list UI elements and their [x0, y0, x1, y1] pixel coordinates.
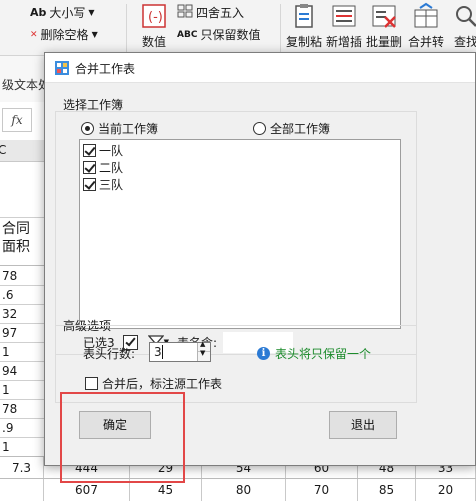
- table-cell: 7.3: [0, 457, 44, 479]
- table-cell[interactable]: .9: [0, 418, 44, 438]
- exit-button[interactable]: 退出: [329, 411, 397, 439]
- delete-space-label: 删除空格: [40, 28, 89, 42]
- header-rows-stepper[interactable]: 3 ▲ ▼: [149, 340, 211, 362]
- sheet-listbox[interactable]: 一队 二队 三队: [79, 139, 401, 329]
- merge-icon: [412, 2, 440, 30]
- checkbox-unchecked-icon: [85, 377, 98, 390]
- radio-all-workbooks[interactable]: 全部工作簿: [253, 120, 330, 137]
- header-line-2: 面积: [2, 239, 30, 255]
- header-hint-text: 表头将只保留一个: [275, 347, 372, 361]
- table-cell[interactable]: 1: [0, 437, 44, 457]
- batch-delete-button[interactable]: 批量删: [366, 2, 402, 50]
- numeric-button[interactable]: (-) 数值: [136, 2, 172, 50]
- fx-icon[interactable]: fx: [2, 108, 32, 132]
- blank-cell[interactable]: [0, 162, 44, 218]
- highlight-box: [60, 392, 185, 483]
- list-item[interactable]: 一队: [83, 142, 123, 159]
- round-icon: [177, 4, 193, 21]
- list-item[interactable]: 三队: [83, 176, 123, 193]
- checkbox-checked-icon[interactable]: [83, 144, 96, 157]
- dialog-titlebar[interactable]: 合并工作表: [45, 53, 475, 83]
- ribbon-divider: [280, 4, 281, 52]
- column-c-label: C: [0, 143, 7, 157]
- header-line-1: 合同: [2, 221, 30, 237]
- table-cell[interactable]: 78: [0, 399, 44, 419]
- text-cursor: [162, 345, 163, 359]
- table-cell: 85: [358, 479, 416, 501]
- list-item[interactable]: 二队: [83, 159, 123, 176]
- case-icon: Ab: [30, 6, 47, 19]
- dialog-title: 合并工作表: [75, 62, 136, 76]
- table-cell: 80: [202, 479, 286, 501]
- batch-delete-label: 批量删: [366, 35, 403, 49]
- change-case-label: 大小写: [49, 6, 86, 20]
- radio-unselected-icon: [253, 122, 266, 135]
- stepper-buttons: ▲ ▼: [197, 340, 210, 361]
- copy-paste-button[interactable]: 复制粘: [286, 2, 322, 50]
- find-icon: [452, 2, 476, 30]
- checkbox-checked-icon[interactable]: [83, 178, 96, 191]
- table-cell[interactable]: 94: [0, 361, 44, 381]
- merge-convert-label: 合并转: [408, 35, 445, 49]
- sheet-name: 一队: [99, 144, 124, 158]
- radio-all-label: 全部工作簿: [270, 122, 331, 136]
- ribbon-toolbar: Ab 大小写 ▼ ✕ 删除空格 ▼ (-) 数值 四舍五入 ABC 只保留数值 …: [0, 0, 476, 56]
- header-rows-value: 3: [154, 345, 162, 359]
- round-button[interactable]: 四舍五入: [177, 4, 244, 21]
- chevron-up-icon: ▲: [200, 340, 206, 348]
- app-icon: [55, 61, 69, 75]
- chevron-down-icon: ▼: [88, 8, 95, 17]
- table-cell[interactable]: 32: [0, 304, 44, 324]
- numeric-icon: (-): [140, 2, 168, 30]
- numeric-label: 数值: [141, 35, 166, 49]
- find-label: 查找: [453, 35, 476, 49]
- chevron-down-icon: ▼: [200, 349, 206, 357]
- table-cell: 20: [416, 479, 476, 501]
- table-cell[interactable]: 78: [0, 266, 44, 286]
- radio-selected-icon: [81, 122, 94, 135]
- checkbox-checked-icon[interactable]: [83, 161, 96, 174]
- mark-source-checkbox[interactable]: 合并后，标注源工作表: [85, 375, 222, 392]
- text-processing-group-label: 级文本处: [2, 78, 51, 92]
- table-cell[interactable]: 1: [0, 380, 44, 400]
- ribbon-divider: [126, 4, 127, 52]
- table-cell: [0, 479, 44, 501]
- keep-value-button[interactable]: ABC 只保留数值: [177, 26, 260, 43]
- find-button[interactable]: 查找: [448, 2, 476, 50]
- fx-label: fx: [11, 113, 23, 127]
- merge-convert-button[interactable]: 合并转: [408, 2, 444, 50]
- delete-space-icon: ✕: [30, 29, 38, 40]
- table-cell: 70: [286, 479, 358, 501]
- insert-rows-icon: [330, 2, 358, 30]
- info-icon: i: [257, 347, 270, 360]
- mark-source-label: 合并后，标注源工作表: [102, 377, 223, 391]
- new-insert-button[interactable]: 新增插: [326, 2, 362, 50]
- round-label: 四舍五入: [196, 6, 245, 20]
- header-cell[interactable]: 合同 面积: [0, 220, 44, 266]
- header-rows-label: 表头行数:: [83, 347, 136, 361]
- chevron-down-icon: ▼: [91, 30, 98, 39]
- abc-icon: ABC: [177, 29, 198, 40]
- column-header[interactable]: C: [0, 140, 44, 162]
- clipboard-icon: [290, 2, 318, 30]
- keep-value-label: 只保留数值: [200, 28, 261, 42]
- table-cell[interactable]: 1: [0, 342, 44, 362]
- copy-paste-label: 复制粘: [286, 35, 323, 49]
- sheet-name: 三队: [99, 178, 124, 192]
- table-cell[interactable]: 97: [0, 323, 44, 343]
- delete-space-button[interactable]: ✕ 删除空格 ▼: [30, 26, 98, 43]
- change-case-button[interactable]: Ab 大小写 ▼: [30, 4, 95, 21]
- table-cell[interactable]: .6: [0, 285, 44, 305]
- sheet-name: 二队: [99, 161, 124, 175]
- delete-rows-icon: [370, 2, 398, 30]
- stepper-down-button[interactable]: ▼: [198, 349, 210, 361]
- radio-current-label: 当前工作簿: [98, 122, 159, 136]
- svg-text:(-): (-): [148, 10, 163, 25]
- radio-current-workbook[interactable]: 当前工作簿: [81, 120, 158, 137]
- new-insert-label: 新增插: [326, 35, 363, 49]
